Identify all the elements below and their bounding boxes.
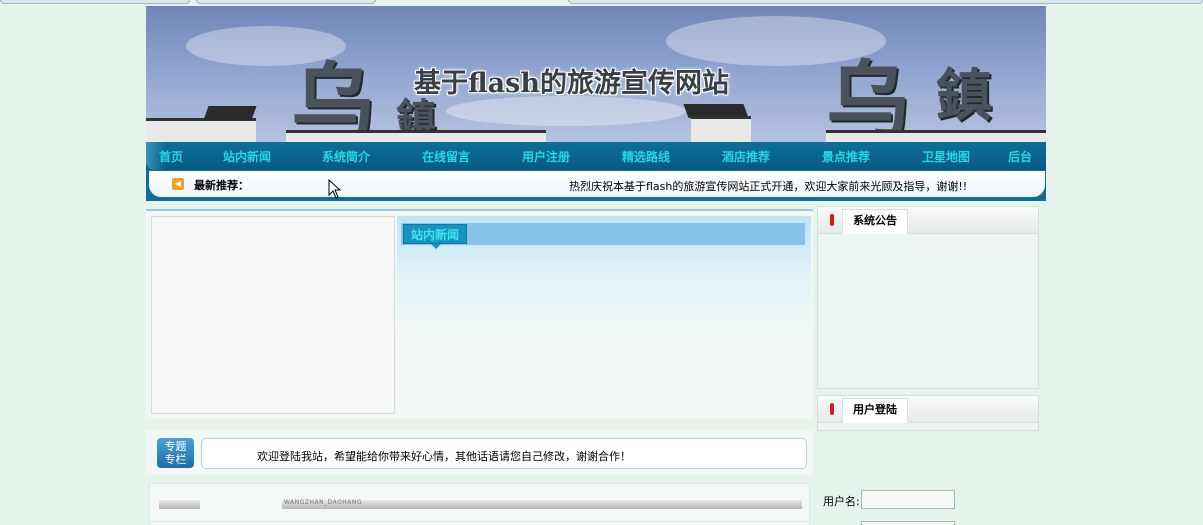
nav-item-satellite-map[interactable]: 卫星地图: [922, 148, 970, 165]
username-label: 用户名:: [823, 495, 860, 508]
flash-slideshow-area[interactable]: [151, 216, 395, 414]
password-input[interactable]: [861, 521, 955, 525]
news-panel: 站内新闻: [397, 216, 811, 416]
nav-item-admin[interactable]: 后台: [1008, 148, 1032, 165]
news-ticker-label: 最新推荐：: [194, 179, 249, 192]
mouse-cursor-icon: [328, 179, 342, 199]
special-column-box: 欢迎登陆我站，希望能给你带来好心情，其他话语请您自己修改，谢谢合作！: [201, 438, 807, 469]
news-ticker-bar: ◀ 最新推荐： 热烈庆祝本基于flash的旅游宣传网站正式开通，欢迎大家前来光顾…: [146, 170, 1046, 201]
news-tab-bar: 站内新闻: [401, 223, 805, 249]
browser-tab-edge: [196, 0, 376, 4]
notice-panel: 系统公告: [817, 206, 1039, 389]
browser-tab-edge: [0, 0, 190, 4]
nav-item-attractions[interactable]: 景点推荐: [822, 148, 870, 165]
welcome-message: 欢迎登陆我站，希望能给你带来好心情，其他话语请您自己修改，谢谢合作！: [257, 450, 631, 463]
nav-item-hotels[interactable]: 酒店推荐: [722, 148, 770, 165]
login-title: 用户登陆: [842, 398, 908, 423]
main-content: 站内新闻: [146, 209, 813, 419]
site-nav-block: WANGZHAN_DAOHANG: [149, 483, 810, 523]
nav-item-guestbook[interactable]: 在线留言: [422, 148, 470, 165]
main-nav: 首页 站内新闻 系统简介 在线留言 用户注册 精选路线 酒店推荐 景点推荐 卫星…: [146, 142, 1046, 170]
special-column-icon: 专题 专栏: [157, 438, 194, 468]
tab-arrow-icon: [431, 244, 441, 249]
nav-item-register[interactable]: 用户注册: [522, 148, 570, 165]
site-nav-caption: WANGZHAN_DAOHANG: [284, 499, 363, 506]
nav-item-intro[interactable]: 系统简介: [322, 148, 370, 165]
announcement-icon: ◀: [172, 178, 184, 190]
browser-toolbar-edge: [568, 0, 1203, 4]
statue-right-small: 鎮: [936, 63, 992, 129]
nav-item-home[interactable]: 首页: [159, 148, 183, 165]
site-title: 基于flash的旅游宣传网站: [414, 68, 729, 99]
red-marker-icon: [830, 403, 834, 415]
username-input[interactable]: [861, 490, 955, 509]
red-marker-icon: [830, 214, 834, 226]
nav-item-routes[interactable]: 精选路线: [622, 148, 670, 165]
notice-title: 系统公告: [842, 209, 908, 234]
statue-left: 乌: [291, 53, 376, 142]
bottom-block-edge: [149, 521, 810, 525]
nav-item-news[interactable]: 站内新闻: [223, 148, 271, 165]
login-panel: 用户登陆: [817, 395, 1039, 431]
news-ticker-text[interactable]: 热烈庆祝本基于flash的旅游宣传网站正式开通，欢迎大家前来光顾及指导，谢谢!!: [569, 178, 967, 194]
special-column: 专题 专栏 欢迎登陆我站，希望能给你带来好心情，其他话语请您自己修改，谢谢合作！: [146, 430, 813, 475]
statue-right: 乌: [826, 51, 911, 142]
site-banner: 乌 鎮 乌 鎮 基于flash的旅游宣传网站: [146, 6, 1046, 142]
tab-site-news[interactable]: 站内新闻: [403, 224, 467, 244]
